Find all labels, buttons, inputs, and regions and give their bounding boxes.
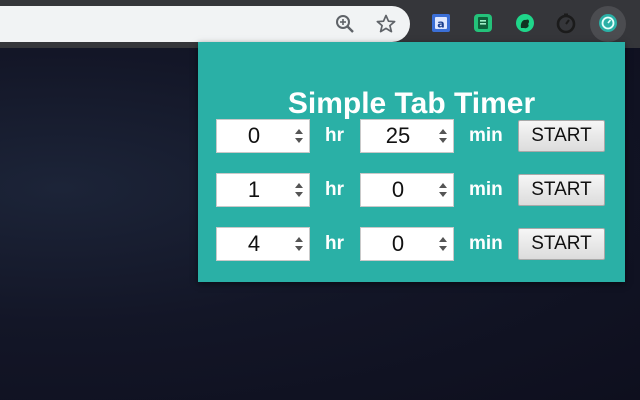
hours-value: 4 [247, 231, 261, 256]
green-note-extension-icon[interactable] [472, 12, 494, 34]
minutes-value: 0 [391, 177, 405, 202]
start-button[interactable]: START [518, 120, 605, 152]
simple-tab-timer-extension-icon[interactable] [597, 12, 619, 34]
spinner-arrows-icon[interactable] [437, 180, 449, 200]
hours-input[interactable]: 4 [216, 227, 310, 261]
minutes-input[interactable]: 0 [360, 173, 454, 207]
timer-row: 0 hr 25 min START [198, 119, 625, 155]
spinner-arrows-icon[interactable] [293, 234, 305, 254]
hours-unit-label: hr [325, 233, 344, 254]
minutes-unit-label: min [469, 125, 503, 146]
timer-extension-icon[interactable] [555, 12, 577, 34]
svg-text:a: a [437, 18, 444, 31]
timer-row: 4 hr 0 min START [198, 227, 625, 263]
hours-unit-label: hr [325, 179, 344, 200]
spinner-arrows-icon[interactable] [437, 126, 449, 146]
simple-tab-timer-popup: Simple Tab Timer 0 hr 25 min START 1 hr [198, 42, 625, 282]
spinner-arrows-icon[interactable] [293, 126, 305, 146]
spinner-arrows-icon[interactable] [437, 234, 449, 254]
minutes-value: 25 [385, 123, 411, 148]
minutes-unit-label: min [469, 179, 503, 200]
timer-row: 1 hr 0 min START [198, 173, 625, 209]
address-bar[interactable] [0, 6, 410, 42]
zoom-icon[interactable] [333, 12, 357, 36]
start-button[interactable]: START [518, 228, 605, 260]
minutes-unit-label: min [469, 233, 503, 254]
spinner-arrows-icon[interactable] [293, 180, 305, 200]
hours-input[interactable]: 1 [216, 173, 310, 207]
green-squirrel-extension-icon[interactable] [514, 12, 536, 34]
minutes-value: 0 [391, 231, 405, 256]
start-button[interactable]: START [518, 174, 605, 206]
translate-extension-icon[interactable]: a [430, 12, 452, 34]
hours-unit-label: hr [325, 125, 344, 146]
minutes-input[interactable]: 0 [360, 227, 454, 261]
hours-value: 0 [247, 123, 261, 148]
hours-input[interactable]: 0 [216, 119, 310, 153]
bookmark-star-icon[interactable] [374, 12, 398, 36]
browser-toolbar: a [0, 0, 640, 48]
popup-title: Simple Tab Timer [287, 87, 536, 120]
hours-value: 1 [247, 177, 261, 202]
minutes-input[interactable]: 25 [360, 119, 454, 153]
